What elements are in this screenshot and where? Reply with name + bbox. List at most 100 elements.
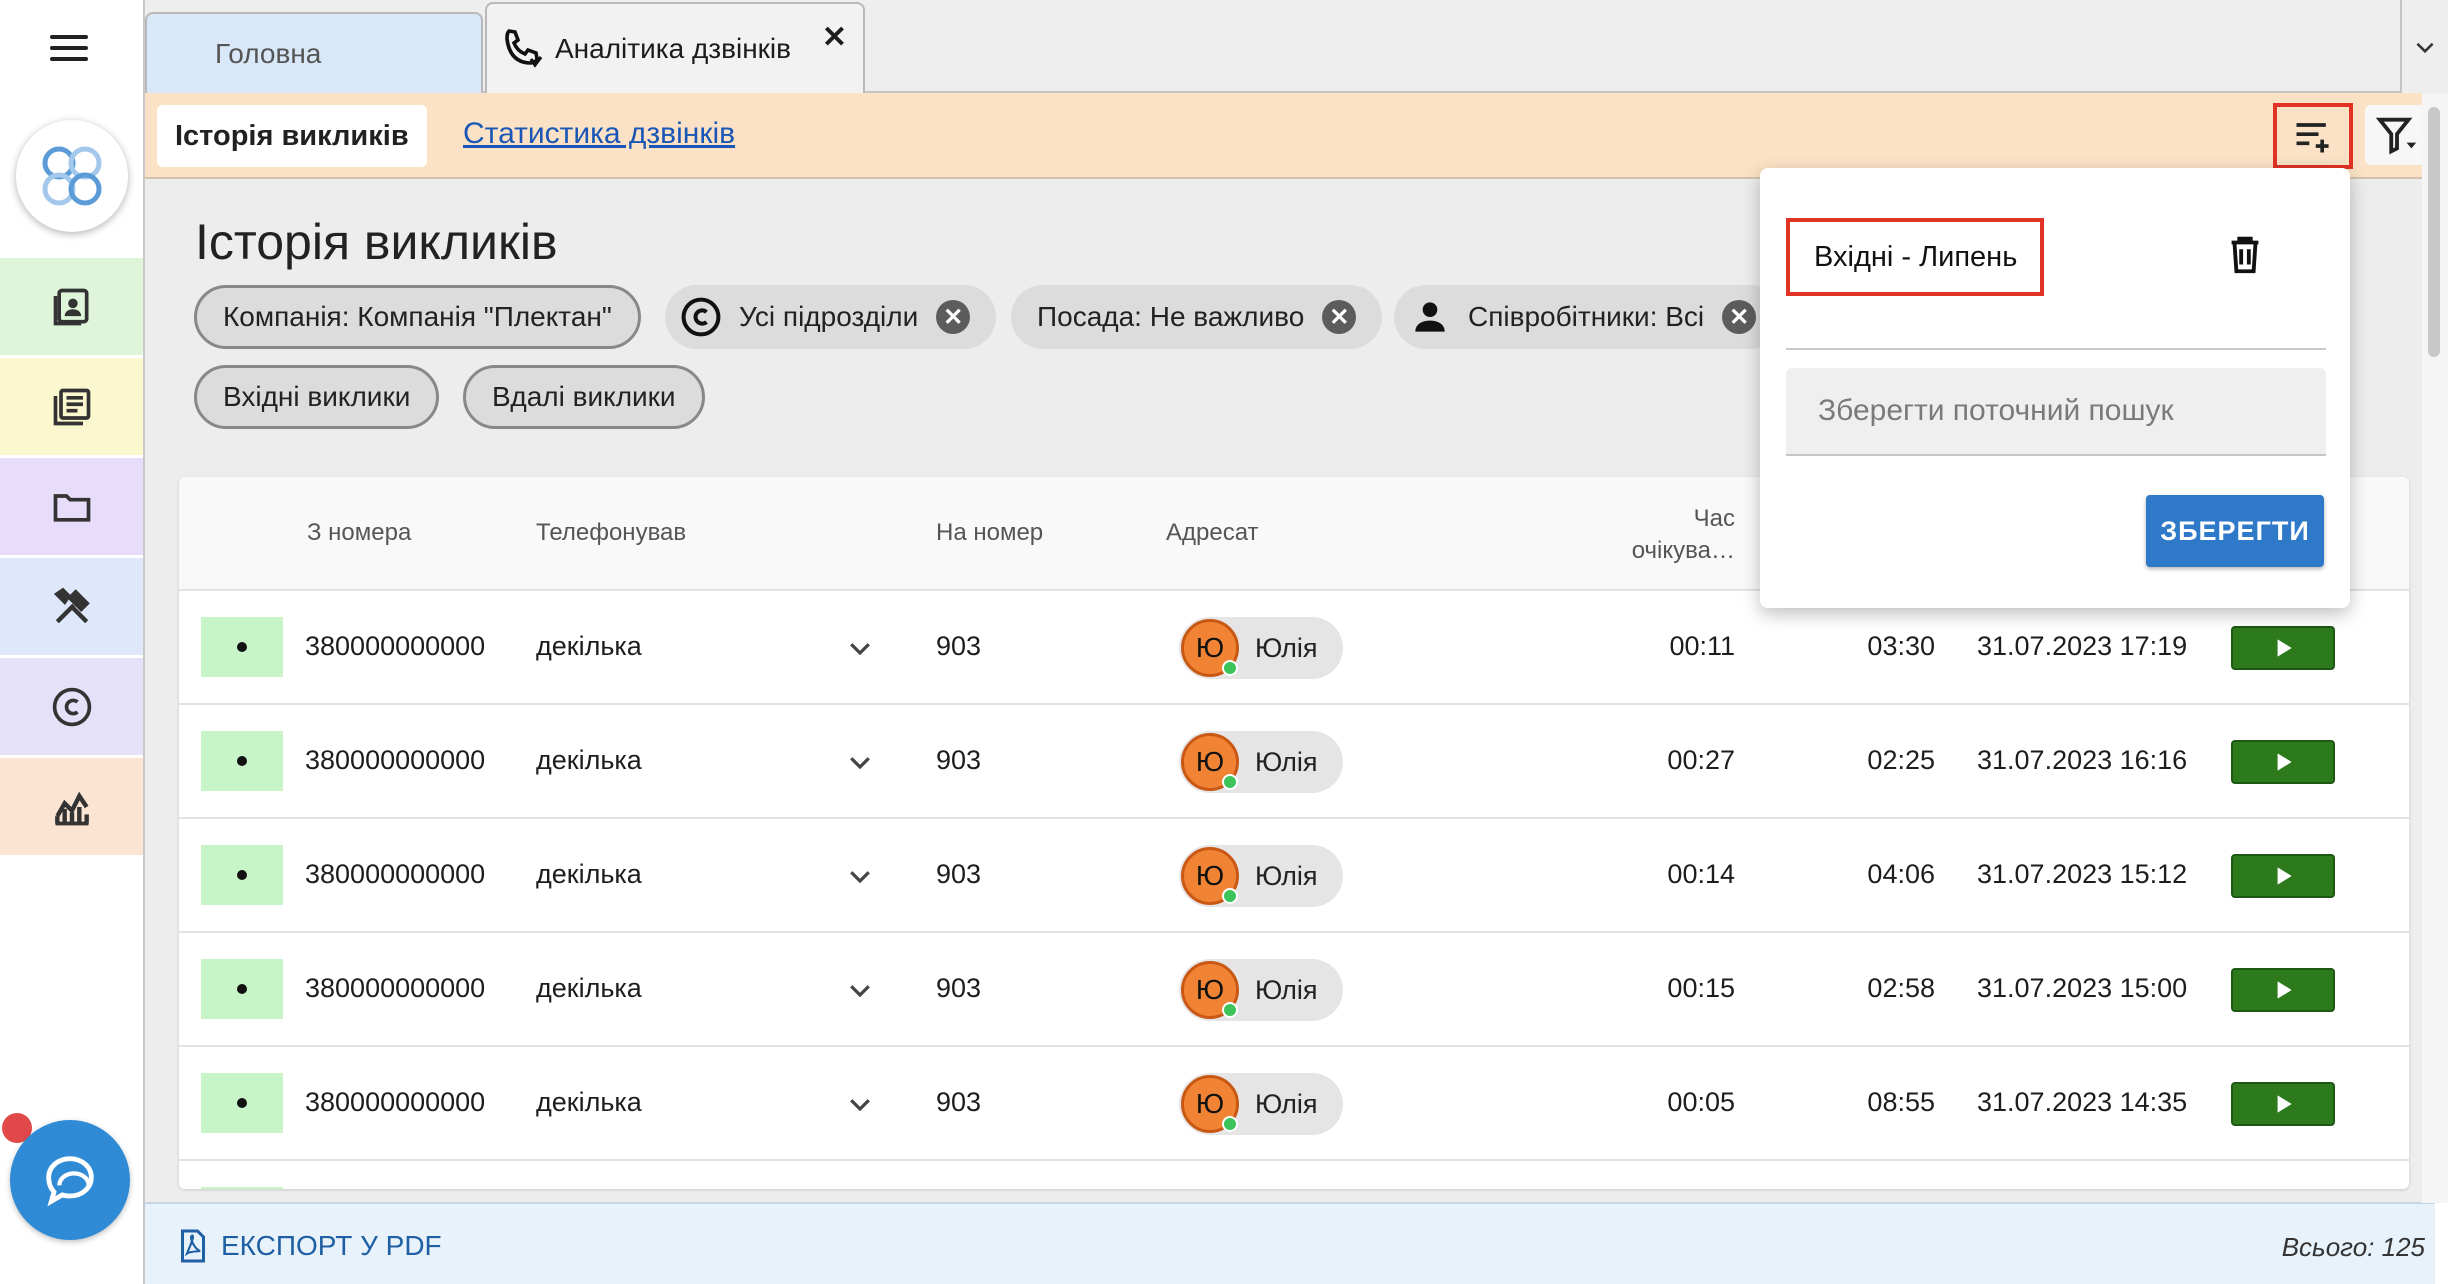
addressee-name: Юлія [1255,1088,1318,1119]
tab-home-label: Головна [215,38,322,69]
filter-chip-incoming[interactable]: Вхідні виклики [194,365,440,429]
chevron-down-icon[interactable] [845,747,875,777]
copyright-icon [52,687,91,726]
nav-tools[interactable] [0,558,143,655]
header-from-number[interactable]: З номера [307,519,411,547]
phone-icon [505,29,543,68]
wait-time-cell: 00:27 [1667,745,1735,775]
filter-icon [2375,117,2417,155]
sub-tab-bar: Історія викликів Статистика дзвінків [145,93,2435,179]
save-search-input[interactable] [1786,368,2326,456]
play-recording-button[interactable] [2231,1082,2335,1126]
remove-employees-filter-icon[interactable]: ✕ [1722,300,1757,334]
addressee-name: Юлія [1255,632,1318,663]
filter-chip-divisions[interactable]: Усі підрозділи ✕ [665,285,997,349]
avatar-letter: Ю [1195,974,1225,1005]
datetime-cell: 31.07.2023 14:35 [1977,1087,2188,1117]
play-icon [2277,639,2292,657]
play-icon [2277,753,2292,771]
tools-icon [53,587,90,623]
header-addressee[interactable]: Адресат [1166,519,1259,547]
page-scrollbar[interactable] [2422,93,2448,1203]
nav-news[interactable] [0,358,143,455]
avatar: Ю [1181,961,1239,1019]
trash-icon[interactable] [2222,230,2268,278]
tab-bar: Головна Аналітика дзвінків ✕ [145,0,2448,94]
avatar-letter: Ю [1195,860,1225,891]
subtab-call-history[interactable]: Історія викликів [157,105,427,167]
call-status-indicator [201,1187,283,1189]
tabs-dropdown-button[interactable] [2400,0,2448,93]
subtab-call-statistics-link[interactable]: Статистика дзвінків [463,117,735,151]
online-status-dot [1222,888,1238,904]
filter-chip-employees[interactable]: Співробітники: Всі ✕ [1394,285,1783,349]
play-recording-button[interactable] [2231,854,2335,898]
table-row[interactable]: 380000000000 декілька 903 Ю Юлія 00:11 03:30 31… [179,591,2409,705]
table-row-partial [179,1161,2409,1189]
person-icon [1408,295,1452,339]
addressee-name: Юлія [1255,860,1318,891]
table-row[interactable]: 380000000000 декілька 903 Ю Юлія 00:15 02:58 31… [179,933,2409,1047]
filter-chip-position[interactable]: Посада: Не важливо ✕ [1011,285,1383,349]
table-row[interactable]: 380000000000 декілька 903 Ю Юлія 00:27 02:25 31… [179,705,2409,819]
export-pdf-button[interactable]: ЕКСПОРТ У PDF [175,1226,442,1266]
remove-divisions-filter-icon[interactable]: ✕ [936,300,971,334]
tab-home[interactable]: Головна [145,12,483,94]
addressee-chip[interactable]: Ю Юлія [1179,845,1343,907]
addressee-chip[interactable]: Ю Юлія [1179,959,1343,1021]
news-icon [53,388,90,425]
duration-cell: 02:25 [1867,745,1935,775]
remove-position-filter-icon[interactable]: ✕ [1322,300,1357,334]
from-number-cell: 380000000000 [305,631,486,661]
header-caller[interactable]: Телефонував [536,519,686,547]
save-search-button[interactable]: ЗБЕРЕГТИ [2146,495,2324,567]
header-to-number[interactable]: На номер [936,519,1043,547]
online-status-dot [1222,774,1238,790]
table-row[interactable]: 380000000000 декілька 903 Ю Юлія 00:05 08:55 31… [179,1047,2409,1161]
online-status-dot [1222,660,1238,676]
saved-filters-button[interactable] [2273,103,2353,169]
saved-search-item[interactable]: Вхідні - Липень [1786,218,2044,296]
to-number-cell: 903 [936,973,982,1003]
chat-button[interactable] [10,1120,130,1240]
addressee-chip[interactable]: Ю Юлія [1179,731,1343,793]
play-recording-button[interactable] [2231,626,2335,670]
company-logo[interactable] [16,120,128,232]
filter-button[interactable] [2365,105,2429,165]
wait-time-cell: 00:11 [1669,631,1735,661]
addressee-chip[interactable]: Ю Юлія [1179,617,1343,679]
chevron-down-icon [2416,42,2434,53]
from-number-cell: 380000000000 [305,973,486,1003]
play-recording-button[interactable] [2231,740,2335,784]
addressee-name: Юлія [1255,974,1318,1005]
hamburger-menu-icon[interactable] [50,33,92,63]
left-sidebar [0,0,145,1284]
duration-cell: 02:58 [1867,973,1935,1003]
saved-filters-icon [2296,123,2329,153]
from-number-cell: 380000000000 [305,745,486,775]
filter-chip-company[interactable]: Компанія: Компанія "Плектан" [194,285,641,349]
tab-close-button[interactable]: ✕ [822,20,847,55]
nav-analytics[interactable] [0,758,143,855]
avatar-letter: Ю [1195,1088,1225,1119]
nav-contacts[interactable] [0,258,143,355]
scrollbar-thumb[interactable] [2428,107,2440,357]
addressee-chip[interactable]: Ю Юлія [1179,1073,1343,1135]
nav-folder[interactable] [0,458,143,555]
total-count: Всього: 125 [2281,1232,2425,1262]
filter-chip-successful[interactable]: Вдалі виклики [463,365,705,429]
chevron-down-icon[interactable] [845,861,875,891]
avatar: Ю [1181,619,1239,677]
table-row[interactable]: 380000000000 декілька 903 Ю Юлія 00:14 04:06 31… [179,819,2409,933]
duration-cell: 08:55 [1867,1087,1935,1117]
header-wait-time[interactable]: Час очікува… [1615,503,1735,567]
to-number-cell: 903 [936,745,982,775]
chevron-down-icon[interactable] [845,975,875,1005]
chevron-down-icon[interactable] [845,633,875,663]
chevron-down-icon[interactable] [845,1089,875,1119]
pdf-icon [181,1229,205,1263]
tab-call-analytics[interactable]: Аналітика дзвінків ✕ [485,2,865,94]
filter-chip-company-label: Компанія: Компанія "Плектан" [223,301,612,332]
play-recording-button[interactable] [2231,968,2335,1012]
nav-copyright[interactable] [0,658,143,755]
